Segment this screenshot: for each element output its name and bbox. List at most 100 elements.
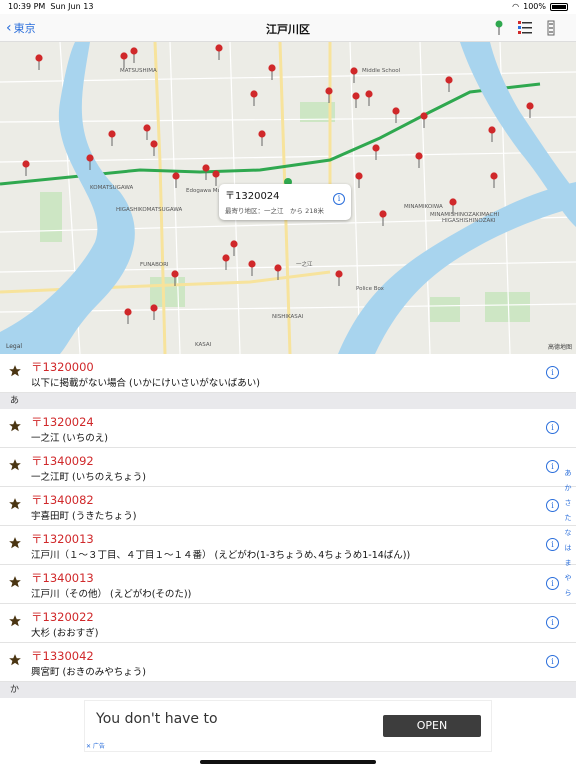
star-icon[interactable] [8, 536, 22, 550]
map-pin-icon[interactable] [143, 124, 151, 140]
star-icon[interactable] [8, 653, 22, 667]
map-view[interactable]: MATSUSHIMA HIGASHIKOMATSUGAWA MINAMIKOIWA F… [0, 42, 576, 354]
star-icon[interactable] [8, 458, 22, 472]
map-pin-icon[interactable] [350, 67, 358, 83]
index-letter[interactable]: か [565, 481, 572, 496]
map-pin-icon[interactable] [365, 90, 373, 106]
section-index-bar[interactable]: あかさたなはまやら [563, 466, 573, 601]
list-item[interactable]: 〒1320000 以下に掲載がない場合 (いかにけいさいがないばあい) i [0, 354, 576, 393]
map-pin-icon[interactable] [379, 210, 387, 226]
map-pin-icon[interactable] [488, 126, 496, 142]
star-icon[interactable] [8, 419, 22, 433]
address: 以下に掲載がない場合 (いかにけいさいがないばあい) [31, 378, 260, 389]
map-pin-icon[interactable] [172, 172, 180, 188]
battery-icon [550, 2, 568, 11]
map-pin-icon[interactable] [415, 152, 423, 168]
star-icon[interactable] [8, 614, 22, 628]
info-icon[interactable]: i [546, 366, 559, 379]
ad-open-button[interactable]: OPEN [383, 715, 481, 737]
list-item[interactable]: 〒1320024 一之江 (いちのえ) i [0, 409, 576, 448]
map-pin-icon[interactable] [274, 264, 282, 280]
index-letter[interactable]: ま [565, 556, 572, 571]
legal-link[interactable]: Legal [6, 343, 22, 350]
list-item[interactable]: 〒1320022 大杉 (おおすぎ) i [0, 604, 576, 643]
map-pin-icon[interactable] [150, 140, 158, 156]
ad-banner[interactable]: You don't have to OPEN ✕ 广告 [84, 700, 492, 752]
star-icon[interactable] [8, 364, 22, 378]
info-icon[interactable]: i [546, 460, 559, 473]
map-pin-icon[interactable] [268, 64, 276, 80]
info-icon[interactable]: i [546, 421, 559, 434]
index-letter[interactable]: ら [565, 586, 572, 601]
filter-icon[interactable] [544, 19, 558, 37]
info-icon[interactable]: i [546, 577, 559, 590]
info-icon[interactable]: i [546, 616, 559, 629]
info-icon[interactable]: i [546, 538, 559, 551]
map-pin-icon[interactable] [250, 90, 258, 106]
map-pin-icon[interactable] [490, 172, 498, 188]
map-pin-icon[interactable] [325, 87, 333, 103]
index-letter[interactable]: や [565, 571, 572, 586]
list-item[interactable]: 〒1340013 江戸川（その他） (えどがわ(そのた)) i [0, 565, 576, 604]
postal-code-list[interactable]: 〒1320000 以下に掲載がない場合 (いかにけいさいがないばあい) i あ〒… [0, 354, 576, 698]
list-item[interactable]: 〒1320013 江戸川（１〜３丁目、４丁目１〜１４番） (えどがわ(1-3ちょう… [0, 526, 576, 565]
map-pin-icon[interactable] [420, 112, 428, 128]
info-icon[interactable]: i [546, 655, 559, 668]
address: 一之江町 (いちのえちょう) [31, 472, 146, 483]
postal-code: 〒1330042 [31, 649, 94, 663]
list-item[interactable]: 〒1330042 興宮町 (おきのみやちょう) i [0, 643, 576, 682]
list-item[interactable]: 〒1340092 一之江町 (いちのえちょう) i [0, 448, 576, 487]
map-pin-icon[interactable] [392, 107, 400, 123]
map-callout[interactable]: 〒1320024 最寄り地区：一之江 から 218米 i [219, 184, 351, 220]
ad-badge[interactable]: ✕ 广告 [86, 741, 105, 750]
nav-icons [492, 19, 558, 37]
map-pin-icon[interactable] [108, 130, 116, 146]
map-pin-icon[interactable] [445, 76, 453, 92]
info-icon[interactable]: i [333, 193, 345, 205]
index-letter[interactable]: さ [565, 496, 572, 511]
map-pin-icon[interactable] [130, 47, 138, 63]
pin-icon[interactable] [492, 19, 506, 37]
battery-label: 100% [523, 2, 546, 11]
kyu-edogawa-river [338, 182, 576, 354]
postal-code: 〒1340082 [31, 493, 94, 507]
index-letter[interactable]: な [565, 526, 572, 541]
index-letter[interactable]: は [565, 541, 572, 556]
list-item[interactable]: 〒1340082 宇喜田町 (うきたちょう) i [0, 487, 576, 526]
map-pin-icon[interactable] [215, 44, 223, 60]
map-place-label: 一之江 [296, 262, 313, 268]
map-pin-icon[interactable] [248, 260, 256, 276]
list-icon[interactable] [518, 19, 532, 37]
index-letter[interactable]: あ [565, 466, 572, 481]
status-time: 10:39 PM Sun Jun 13 [8, 2, 94, 11]
map-pin-icon[interactable] [212, 170, 220, 186]
index-letter[interactable]: た [565, 511, 572, 526]
map-pin-icon[interactable] [120, 52, 128, 68]
map-place-label: KASAI [195, 342, 212, 348]
postal-code: 〒1320024 [31, 415, 94, 429]
map-pin-icon[interactable] [372, 144, 380, 160]
map-pin-icon[interactable] [258, 130, 266, 146]
map-pin-icon[interactable] [526, 102, 534, 118]
section-header: あ [0, 393, 576, 409]
map-pin-icon[interactable] [35, 54, 43, 70]
park-area [485, 292, 530, 322]
page-title: 江戸川区 [266, 23, 310, 36]
map-pin-icon[interactable] [355, 172, 363, 188]
map-pin-icon[interactable] [335, 270, 343, 286]
map-pin-icon[interactable] [171, 270, 179, 286]
status-bar: 10:39 PM Sun Jun 13 ◠ 100% [0, 0, 576, 14]
address: 一之江 (いちのえ) [31, 433, 108, 444]
map-pin-icon[interactable] [352, 92, 360, 108]
map-pin-icon[interactable] [124, 308, 132, 324]
map-pin-icon[interactable] [202, 164, 210, 180]
star-icon[interactable] [8, 497, 22, 511]
star-icon[interactable] [8, 575, 22, 589]
map-pin-icon[interactable] [222, 254, 230, 270]
park-area [40, 192, 62, 242]
info-icon[interactable]: i [546, 499, 559, 512]
map-pin-icon[interactable] [22, 160, 30, 176]
map-pin-icon[interactable] [150, 304, 158, 320]
map-pin-icon[interactable] [230, 240, 238, 256]
map-pin-icon[interactable] [86, 154, 94, 170]
